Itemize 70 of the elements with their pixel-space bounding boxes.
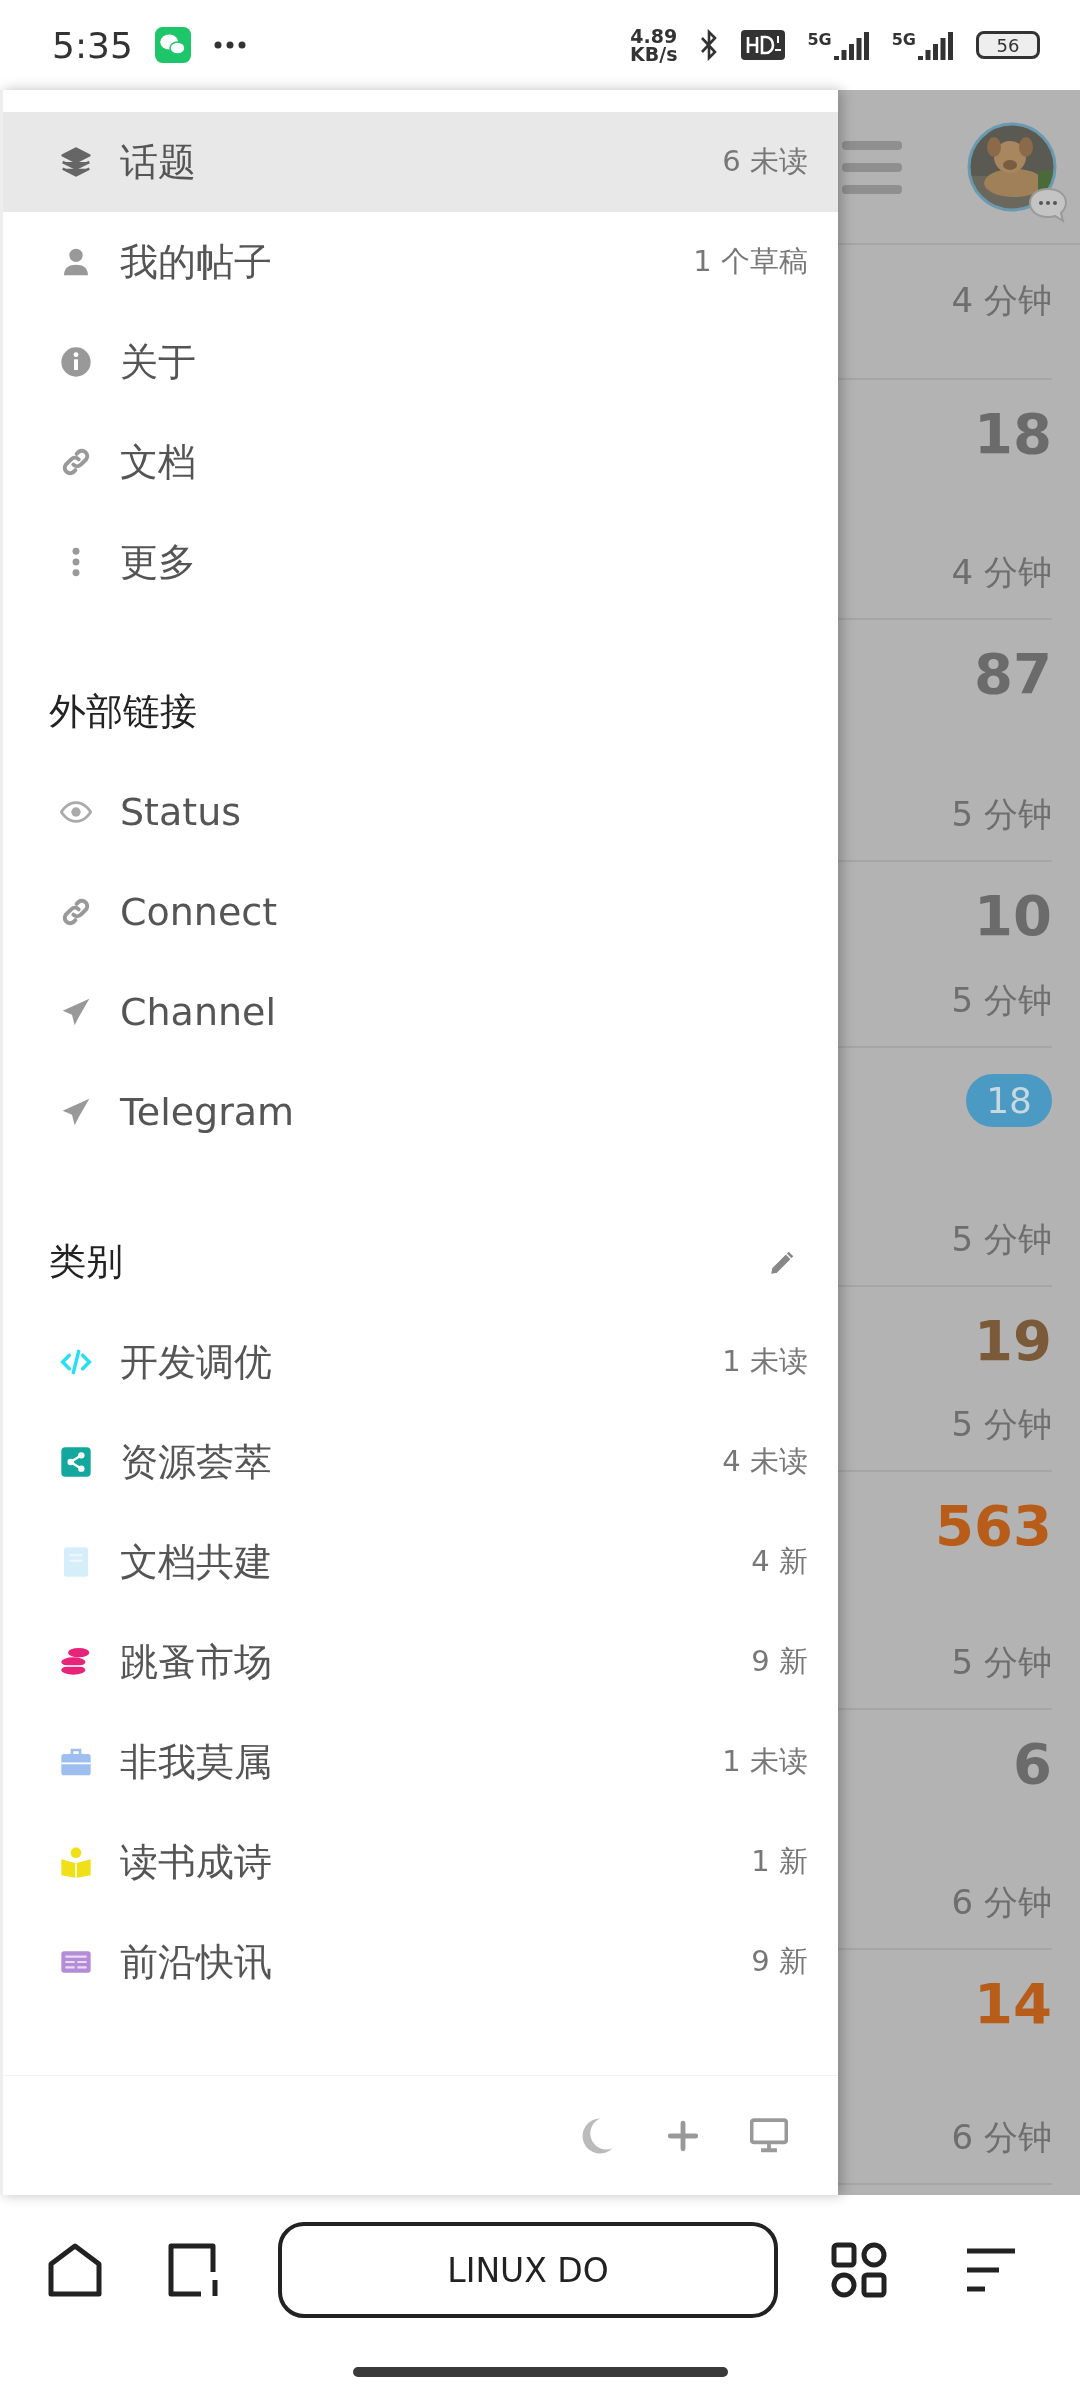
signal-icon (833, 30, 870, 60)
clock-time: 5:35 (52, 24, 133, 66)
activity-time: 4 分钟 (951, 278, 1052, 322)
reader-icon (60, 1846, 92, 1878)
activity-time: 5 分钟 (951, 979, 1052, 1022)
coins-icon (60, 1646, 92, 1678)
menu-item[interactable]: 关于 (3, 312, 838, 412)
reply-count: 563 (935, 1498, 1052, 1554)
reply-count: 14 (974, 1976, 1052, 2032)
hd-call-icon (741, 30, 786, 60)
chat-app-icon (154, 27, 191, 63)
item-count: 1 新 (751, 1843, 808, 1880)
reply-count: 19 (974, 1313, 1052, 1369)
activity-time: 5 分钟 (951, 1641, 1052, 1684)
category-item[interactable]: 文档共建 4 新 (3, 1512, 838, 1612)
reply-count: 87 (974, 646, 1052, 702)
activity-time: 5 分钟 (951, 1403, 1052, 1446)
section-title: 外部链接 (49, 689, 197, 735)
unread-badge: 18 (966, 1074, 1052, 1127)
layers-icon (60, 146, 92, 178)
item-count: 9 新 (751, 1643, 808, 1680)
hamburger-icon (842, 138, 902, 195)
more-notifications-icon (212, 40, 247, 50)
category-item[interactable]: 读书成诗 1 新 (3, 1812, 838, 1912)
activity-time: 5 分钟 (951, 1218, 1052, 1261)
share-icon (60, 1446, 92, 1478)
menu-item[interactable]: Channel (3, 962, 838, 1062)
link-icon (60, 446, 92, 478)
activity-time: 4 分钟 (951, 551, 1052, 594)
briefcase-icon (60, 1746, 92, 1778)
activity-time: 5 分钟 (951, 793, 1052, 836)
menu-item[interactable]: Status (3, 762, 838, 862)
menu-item[interactable]: 话题 6 未读 (3, 112, 838, 212)
category-item[interactable]: 跳蚤市场 9 新 (3, 1612, 838, 1712)
network-type: 5G (807, 30, 832, 49)
category-item[interactable]: 前沿快讯 9 新 (3, 1912, 838, 2012)
link-icon (60, 896, 92, 928)
category-item[interactable]: 开发调优 1 未读 (3, 1312, 838, 1412)
monitor-icon[interactable] (750, 2117, 788, 2154)
menu-item[interactable]: Connect (3, 862, 838, 962)
paper-plane-icon (60, 1096, 92, 1128)
activity-time: 6 分钟 (951, 2116, 1052, 2159)
signal-icon (918, 30, 954, 60)
menu-item[interactable]: 文档 (3, 412, 838, 512)
menu-item[interactable]: Telegram (3, 1062, 838, 1162)
network-speed: 4.89 KB/s (630, 27, 678, 63)
item-count: 4 未读 (722, 1443, 808, 1480)
reply-count: 10 (974, 888, 1052, 944)
item-count: 1 未读 (722, 1743, 808, 1780)
category-item[interactable]: 资源荟萃 4 未读 (3, 1412, 838, 1512)
item-count: 9 新 (751, 1943, 808, 1980)
info-icon (60, 346, 92, 378)
reply-count: 6 (1013, 1736, 1052, 1792)
item-count: 6 未读 (722, 143, 808, 180)
plus-icon[interactable] (666, 2118, 700, 2153)
item-count: 4 新 (751, 1543, 808, 1580)
paper-plane-icon (60, 996, 92, 1028)
reply-count: 18 (974, 406, 1052, 462)
section-title: 类别 (49, 1239, 123, 1285)
activity-time: 6 分钟 (951, 1881, 1052, 1924)
item-count: 1 未读 (722, 1343, 808, 1380)
network-type: 5G (891, 30, 916, 49)
more-icon (71, 546, 81, 578)
item-count: 1 个草稿 (693, 243, 808, 280)
site-title-button[interactable]: LINUX DO (278, 2222, 778, 2318)
menu-item[interactable]: 我的帖子 1 个草稿 (3, 212, 838, 312)
category-item[interactable]: 非我莫属 1 未读 (3, 1712, 838, 1812)
battery-level: 56 (976, 31, 1040, 59)
chat-bubble-icon (1028, 186, 1068, 223)
menu-item[interactable]: 更多 (3, 512, 838, 612)
